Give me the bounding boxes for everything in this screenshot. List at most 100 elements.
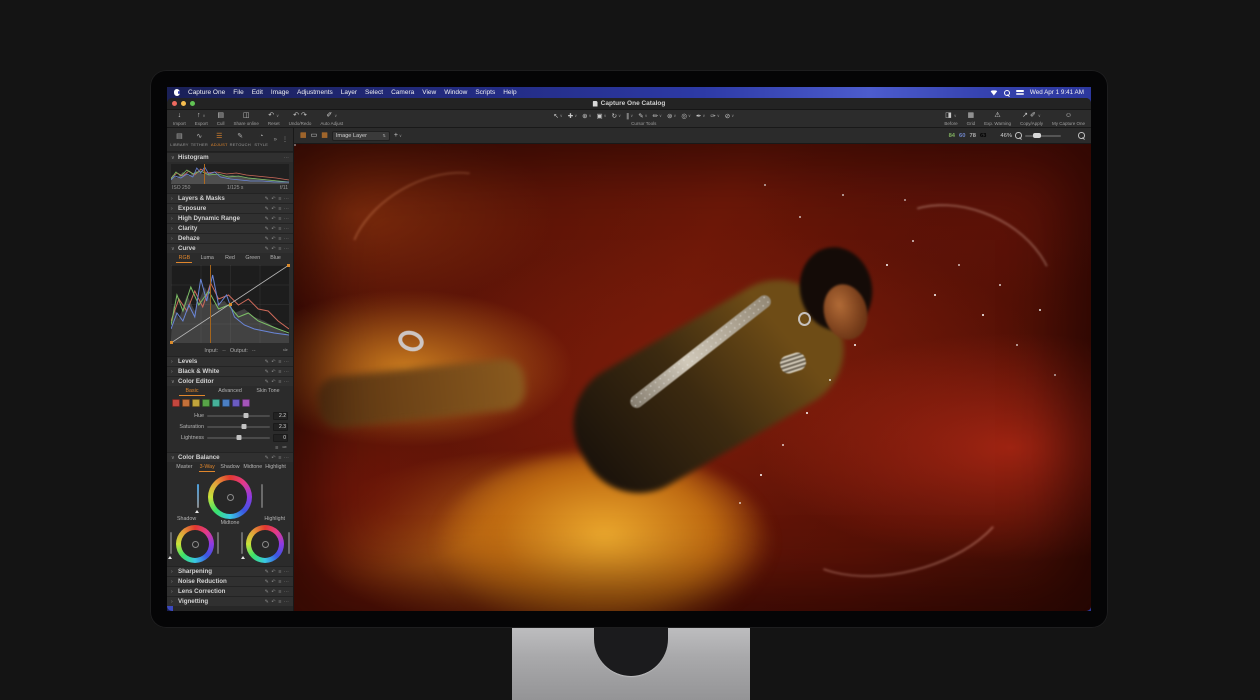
slider-value[interactable]: 2.2 — [273, 412, 288, 420]
curve-tab[interactable]: Blue — [264, 255, 287, 262]
apple-menu-icon[interactable] — [174, 89, 180, 96]
pick-color-tool[interactable]: ✒∨ — [696, 112, 705, 120]
panel-reset-icon[interactable]: ↶ — [271, 236, 275, 242]
loupe-tool[interactable]: ⊕∨ — [582, 112, 591, 120]
control-center-icon[interactable] — [1016, 90, 1024, 96]
panel-menu-icon[interactable]: ≡ — [278, 359, 281, 365]
panel-menu-icon[interactable]: ≡ — [278, 589, 281, 595]
panel-reset-icon[interactable]: ↶ — [271, 226, 275, 232]
wifi-icon[interactable] — [990, 90, 998, 96]
midtone-wheel[interactable] — [208, 475, 252, 519]
zoom-slider-thumb[interactable] — [1033, 133, 1041, 138]
menu-item[interactable]: Select — [365, 89, 383, 96]
color-swatch[interactable] — [172, 399, 180, 407]
curve-tab[interactable]: Luma — [196, 255, 219, 262]
spotlight-search-icon[interactable] — [1004, 90, 1010, 96]
panel-menu-icon[interactable]: ≡ — [278, 246, 281, 252]
slider-thumb[interactable] — [244, 413, 249, 418]
slider-thumb[interactable] — [241, 424, 246, 429]
panel-menu-icon[interactable]: ≡ — [278, 379, 281, 385]
exposure-warning-button[interactable]: ⚠ Exp. Warning — [984, 110, 1011, 127]
panel-edit-icon[interactable]: ✎ — [265, 246, 269, 252]
panel-header[interactable]: › Sharpening ✎ ↶ ≡ ⋯ — [167, 566, 293, 576]
color-swatch[interactable] — [222, 399, 230, 407]
undo-redo-buttons[interactable]: ↶↷ Undo/Redo — [289, 110, 312, 127]
panel-menu-icon[interactable]: ≡ — [278, 216, 281, 222]
draw-mask-tool[interactable]: ✎∨ — [638, 112, 647, 120]
reset-button[interactable]: ↶∨ Reset — [268, 110, 280, 127]
panel-reset-icon[interactable]: ↶ — [271, 369, 275, 375]
panel-header[interactable]: › Vignetting ✎ ↶ ≡ ⋯ — [167, 596, 293, 606]
panel-menu-icon[interactable]: ≡ — [278, 579, 281, 585]
panel-edit-icon[interactable]: ✎ — [265, 206, 269, 212]
menu-item[interactable]: Adjustments — [297, 89, 333, 96]
panel-header[interactable]: › Clarity ✎ ↶ ≡ ⋯ — [167, 223, 293, 233]
panel-menu-icon[interactable]: ≡ — [278, 226, 281, 232]
shadow-left-slider[interactable] — [170, 532, 172, 554]
panel-header[interactable]: › Dehaze ✎ ↶ ≡ ⋯ — [167, 233, 293, 243]
curve-tab[interactable]: Green — [241, 255, 264, 262]
panel-more-icon[interactable]: ⋯ — [284, 236, 289, 242]
rotate-tool[interactable]: ↻∨ — [612, 112, 621, 120]
highlight-left-slider[interactable] — [241, 532, 243, 554]
panel-menu-icon[interactable]: ≡ — [278, 236, 281, 242]
menu-item[interactable]: Camera — [391, 89, 414, 96]
zoom-level[interactable]: 46% — [1000, 133, 1012, 139]
panel-reset-icon[interactable]: ↶ — [271, 455, 275, 461]
menu-item[interactable]: Capture One — [188, 89, 225, 96]
panel-header-color-balance[interactable]: ∨ Color Balance ✎ ↶ ≡ ⋯ — [167, 452, 293, 462]
curve-point-shadow[interactable] — [170, 341, 173, 344]
tab-library[interactable]: ▤LIBRARY — [170, 133, 189, 147]
color-balance-tab[interactable]: Shadow — [219, 464, 242, 471]
panel-header-color-editor[interactable]: ∨ Color Editor ✎ ↶ ≡ ⋯ — [167, 376, 293, 386]
histogram-graph[interactable] — [171, 164, 289, 184]
loupe-icon[interactable] — [1078, 132, 1085, 139]
panel-menu-icon[interactable]: ≡ — [278, 569, 281, 575]
crop-tool[interactable]: ▣∨ — [597, 112, 607, 120]
color-balance-tab[interactable]: Master — [173, 464, 196, 471]
erase-mask-tool[interactable]: ✏∨ — [653, 112, 662, 120]
menu-item[interactable]: Help — [503, 89, 516, 96]
import-button[interactable]: ↓ Import — [173, 110, 186, 127]
menu-item[interactable]: Image — [271, 89, 289, 96]
curve-point-mid[interactable] — [229, 303, 232, 306]
menu-item[interactable]: Edit — [252, 89, 263, 96]
panel-header[interactable]: › Layers & Masks ✎ ↶ ≡ ⋯ — [167, 193, 293, 203]
panel-menu-icon[interactable]: ≡ — [278, 369, 281, 375]
slider-value[interactable]: 2.3 — [273, 423, 288, 431]
copy-apply-button[interactable]: ↗✐∨ Copy/Apply — [1020, 110, 1043, 127]
tab-tether[interactable]: ∿TETHER — [190, 133, 209, 147]
curve-tab[interactable]: RGB — [173, 255, 196, 262]
panel-edit-icon[interactable]: ✎ — [265, 599, 269, 605]
cull-button[interactable]: ▤ Cull — [217, 110, 225, 127]
panel-menu-icon[interactable]: ≡ — [278, 196, 281, 202]
panel-reset-icon[interactable]: ↶ — [271, 359, 275, 365]
fullscreen-button[interactable] — [190, 101, 195, 106]
color-swatch[interactable] — [242, 399, 250, 407]
panel-edit-icon[interactable]: ✎ — [265, 569, 269, 575]
slider-track[interactable] — [207, 437, 270, 439]
grid-button[interactable]: ▦ Grid — [967, 110, 976, 127]
my-capture-one-button[interactable]: ☺ My Capture One — [1052, 110, 1085, 127]
shadow-right-slider[interactable] — [217, 532, 219, 554]
panel-reset-icon[interactable]: ↶ — [271, 589, 275, 595]
color-editor-tab[interactable]: Skin Tone — [249, 388, 287, 395]
panel-reset-icon[interactable]: ↶ — [271, 379, 275, 385]
before-button[interactable]: ◨∨ Before — [944, 110, 957, 127]
auto-adjust-button[interactable]: ✐∨ Auto Adjust — [320, 110, 343, 127]
window-title-bar[interactable]: Capture One Catalog — [167, 98, 1091, 110]
panel-edit-icon[interactable]: ✎ — [265, 236, 269, 242]
panel-edit-icon[interactable]: ✎ — [265, 455, 269, 461]
slider-track[interactable] — [207, 415, 270, 417]
color-balance-tab[interactable]: Midtone — [241, 464, 264, 471]
menu-item[interactable]: Scripts — [475, 89, 495, 96]
clone-tool[interactable]: ◎∨ — [681, 112, 691, 120]
single-view-icon[interactable]: ▭ — [311, 132, 318, 140]
color-list-icon[interactable]: ≡ — [275, 445, 278, 451]
panel-header-curve[interactable]: ∨ Curve ✎ ↶ ≡ ⋯ — [167, 243, 293, 253]
panel-more-icon[interactable]: ⋯ — [284, 196, 289, 202]
panel-reset-icon[interactable]: ↶ — [271, 579, 275, 585]
curve-tab[interactable]: Red — [219, 255, 242, 262]
panel-more-icon[interactable]: ⋯ — [284, 579, 289, 585]
slider-value[interactable]: 0 — [273, 434, 288, 442]
